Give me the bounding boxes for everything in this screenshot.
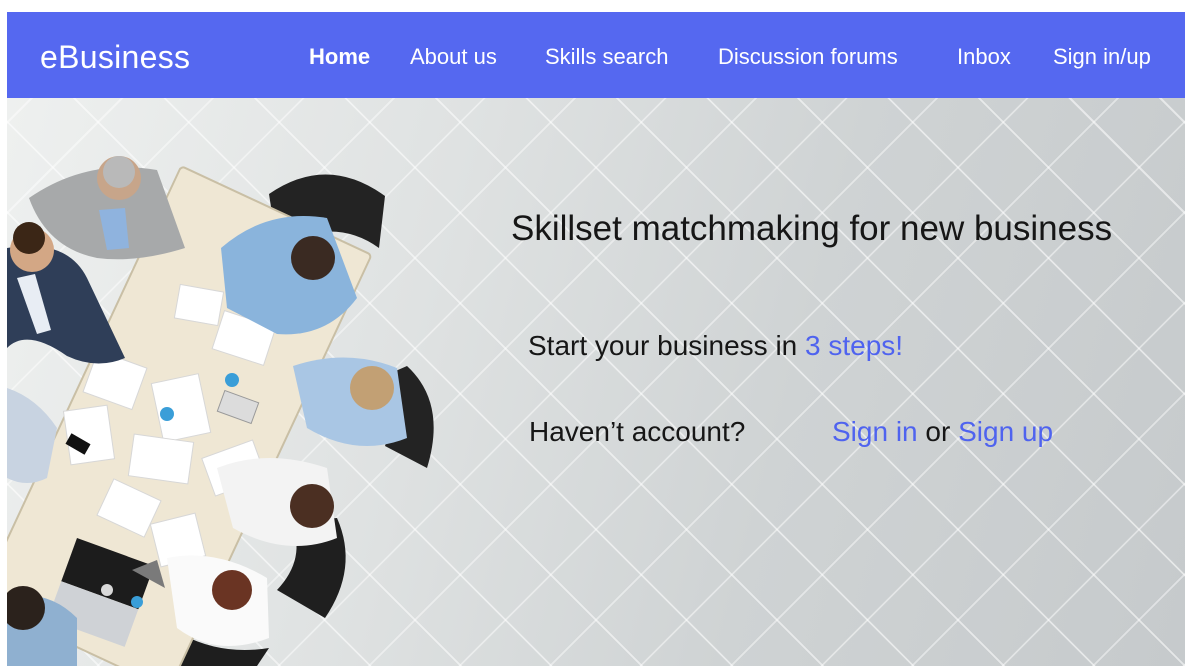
nav-item-inbox[interactable]: Inbox [957, 44, 1011, 70]
nav-item-about-us[interactable]: About us [410, 44, 497, 70]
app-frame: eBusiness Home About us Skills search Di… [7, 12, 1185, 666]
steps-prefix: Start your business in [528, 330, 806, 361]
hero-headline: Skillset matchmaking for new business [511, 209, 1113, 248]
nav-item-discussion-forums[interactable]: Discussion forums [718, 44, 898, 70]
account-prompt: Haven’t account? [529, 416, 746, 447]
nav-item-sign-in-up[interactable]: Sign in/up [1053, 44, 1151, 70]
or-text: or [917, 416, 959, 447]
top-navbar: eBusiness Home About us Skills search Di… [7, 12, 1185, 98]
nav-item-skills-search[interactable]: Skills search [545, 44, 668, 70]
nav-item-home[interactable]: Home [309, 44, 370, 70]
auth-links: Sign in or Sign up [832, 416, 1053, 448]
hero-section: Skillset matchmaking for new business St… [7, 98, 1185, 666]
sign-in-link[interactable]: Sign in [832, 416, 918, 447]
steps-line: Start your business in 3 steps! [528, 330, 903, 362]
three-steps-link[interactable]: 3 steps! [805, 330, 903, 361]
sign-up-link[interactable]: Sign up [958, 416, 1053, 447]
brand-logo[interactable]: eBusiness [40, 39, 190, 76]
business-meeting-photo [7, 156, 434, 666]
